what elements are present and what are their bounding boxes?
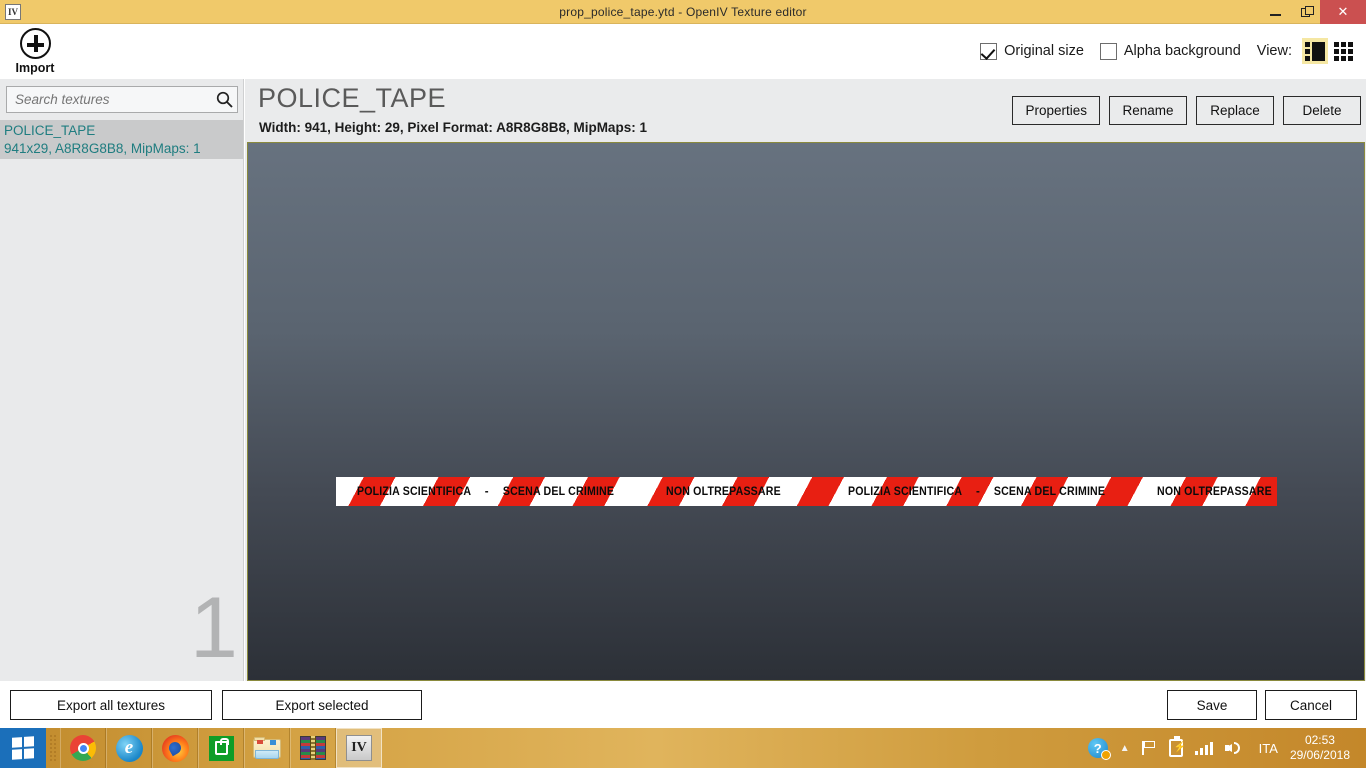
- clock-date: 29/06/2018: [1289, 748, 1350, 762]
- single-view-icon: [1305, 41, 1325, 61]
- export-selected-button[interactable]: Export selected: [222, 690, 422, 720]
- taskbar-app-store[interactable]: [198, 728, 244, 768]
- search-input[interactable]: [7, 92, 211, 107]
- taskbar-app-winrar[interactable]: [290, 728, 336, 768]
- import-button-label: Import: [15, 61, 55, 75]
- delete-button[interactable]: Delete: [1283, 96, 1361, 125]
- language-indicator[interactable]: ITA: [1249, 741, 1288, 756]
- windows-logo-icon: [12, 736, 34, 760]
- system-tray: ? ▲ ⚡ ITA 02:53 29/06/2018: [1082, 728, 1366, 768]
- texture-preview-canvas[interactable]: POLIZIA SCIENTIFICA - SCENA DEL CRIMINE …: [247, 142, 1365, 681]
- clock[interactable]: 02:53 29/06/2018: [1288, 733, 1358, 763]
- replace-button[interactable]: Replace: [1196, 96, 1274, 125]
- chrome-icon: [70, 735, 96, 761]
- view-label: View:: [1256, 43, 1292, 59]
- show-hidden-icons-button[interactable]: ▲: [1114, 728, 1136, 768]
- cancel-button[interactable]: Cancel: [1265, 690, 1357, 720]
- checkbox-box-alpha-background: [1099, 42, 1117, 60]
- search-icon[interactable]: [211, 87, 237, 112]
- battery-button[interactable]: ⚡: [1163, 728, 1189, 768]
- network-button[interactable]: [1189, 728, 1219, 768]
- action-center-help-button[interactable]: ?: [1082, 728, 1114, 768]
- windows-taskbar: e IV ? ▲ ⚡ ITA 02:53 29/06/2018: [0, 728, 1366, 768]
- view-mode-grid-button[interactable]: [1330, 38, 1356, 64]
- window-controls: ✕: [1260, 0, 1366, 24]
- file-explorer-icon: [253, 737, 281, 759]
- grip-dots-icon: [49, 734, 57, 762]
- taskbar-app-internet-explorer[interactable]: e: [106, 728, 152, 768]
- winrar-icon: [300, 736, 326, 760]
- tape-text-8: NON OLTREPASSARE: [1157, 485, 1273, 498]
- taskbar-app-firefox[interactable]: [152, 728, 198, 768]
- main-toolbar: Import Original size Alpha background Vi…: [0, 24, 1366, 79]
- alpha-background-label: Alpha background: [1123, 43, 1241, 59]
- taskbar-app-buttons: e IV: [60, 728, 382, 768]
- texture-list-item[interactable]: POLICE_TAPE 941x29, A8R8G8B8, MipMaps: 1: [0, 120, 243, 159]
- tape-text-layer: POLIZIA SCIENTIFICA - SCENA DEL CRIMINE …: [336, 477, 1277, 506]
- export-all-textures-button[interactable]: Export all textures: [10, 690, 212, 720]
- volume-button[interactable]: [1219, 728, 1249, 768]
- texture-info: Width: 941, Height: 29, Pixel Format: A8…: [259, 120, 647, 135]
- police-tape-texture: POLIZIA SCIENTIFICA - SCENA DEL CRIMINE …: [336, 477, 1277, 506]
- save-button[interactable]: Save: [1167, 690, 1257, 720]
- view-options: Original size Alpha background View:: [980, 36, 1356, 66]
- tape-text-1: POLIZIA SCIENTIFICA: [356, 485, 471, 498]
- openiv-icon: IV: [346, 735, 372, 761]
- volume-icon: [1224, 740, 1243, 756]
- texture-action-buttons: Properties Rename Replace Delete: [1012, 96, 1361, 125]
- texture-detail-panel: POLICE_TAPE Width: 941, Height: 29, Pixe…: [245, 79, 1366, 681]
- chevron-up-icon: ▲: [1119, 742, 1130, 754]
- texture-list-item-meta: 941x29, A8R8G8B8, MipMaps: 1: [4, 141, 201, 156]
- restore-button[interactable]: [1290, 0, 1320, 24]
- clock-time: 02:53: [1304, 733, 1335, 747]
- import-button[interactable]: Import: [10, 28, 60, 75]
- search-box[interactable]: [6, 86, 238, 113]
- signal-bars-icon: [1194, 741, 1213, 755]
- texture-list-panel: POLICE_TAPE 941x29, A8R8G8B8, MipMaps: 1…: [0, 79, 244, 681]
- flag-icon: [1141, 741, 1157, 755]
- battery-icon: ⚡: [1168, 736, 1186, 757]
- taskbar-drag-handle[interactable]: [46, 728, 60, 768]
- texture-count-watermark: 1: [190, 580, 238, 676]
- tape-text-3: SCENA DEL CRIMINE: [502, 485, 614, 498]
- window-title: prop_police_tape.ytd - OpenIV Texture ed…: [559, 4, 807, 19]
- texture-list-item-name: POLICE_TAPE: [4, 123, 96, 138]
- start-button[interactable]: [0, 728, 46, 768]
- firefox-icon: [161, 734, 189, 762]
- tape-text-7: SCENA DEL CRIMINE: [993, 485, 1105, 498]
- view-mode-single-button[interactable]: [1302, 38, 1328, 64]
- minimize-icon: [1269, 13, 1281, 16]
- footer-bar: Export all textures Export selected Save…: [0, 681, 1366, 728]
- tape-text-5: POLIZIA SCIENTIFICA: [847, 485, 963, 498]
- alpha-background-checkbox[interactable]: Alpha background: [1099, 42, 1241, 60]
- original-size-label: Original size: [1004, 43, 1084, 59]
- properties-button[interactable]: Properties: [1012, 96, 1100, 125]
- tape-text-4: NON OLTREPASSARE: [665, 485, 781, 498]
- grid-view-icon: [1333, 41, 1353, 61]
- tape-text-6: -: [976, 485, 980, 498]
- taskbar-app-file-explorer[interactable]: [244, 728, 290, 768]
- close-button[interactable]: ✕: [1320, 0, 1366, 24]
- taskbar-app-chrome[interactable]: [60, 728, 106, 768]
- page-title: POLICE_TAPE: [258, 83, 447, 113]
- restore-icon: [1300, 5, 1314, 17]
- action-center-button[interactable]: [1136, 728, 1163, 768]
- original-size-checkbox[interactable]: Original size: [980, 42, 1084, 60]
- taskbar-app-openiv[interactable]: IV: [336, 728, 382, 768]
- checkbox-box-original-size: [980, 42, 998, 60]
- minimize-button[interactable]: [1260, 0, 1290, 24]
- help-icon: ?: [1087, 738, 1111, 760]
- plus-circle-icon: [19, 28, 51, 59]
- internet-explorer-icon: e: [115, 734, 143, 762]
- store-icon: [208, 735, 234, 761]
- tape-text-2: -: [484, 485, 489, 498]
- warning-badge-icon: [1100, 750, 1111, 760]
- window-title-bar: IV prop_police_tape.ytd - OpenIV Texture…: [0, 0, 1366, 24]
- rename-button[interactable]: Rename: [1109, 96, 1187, 125]
